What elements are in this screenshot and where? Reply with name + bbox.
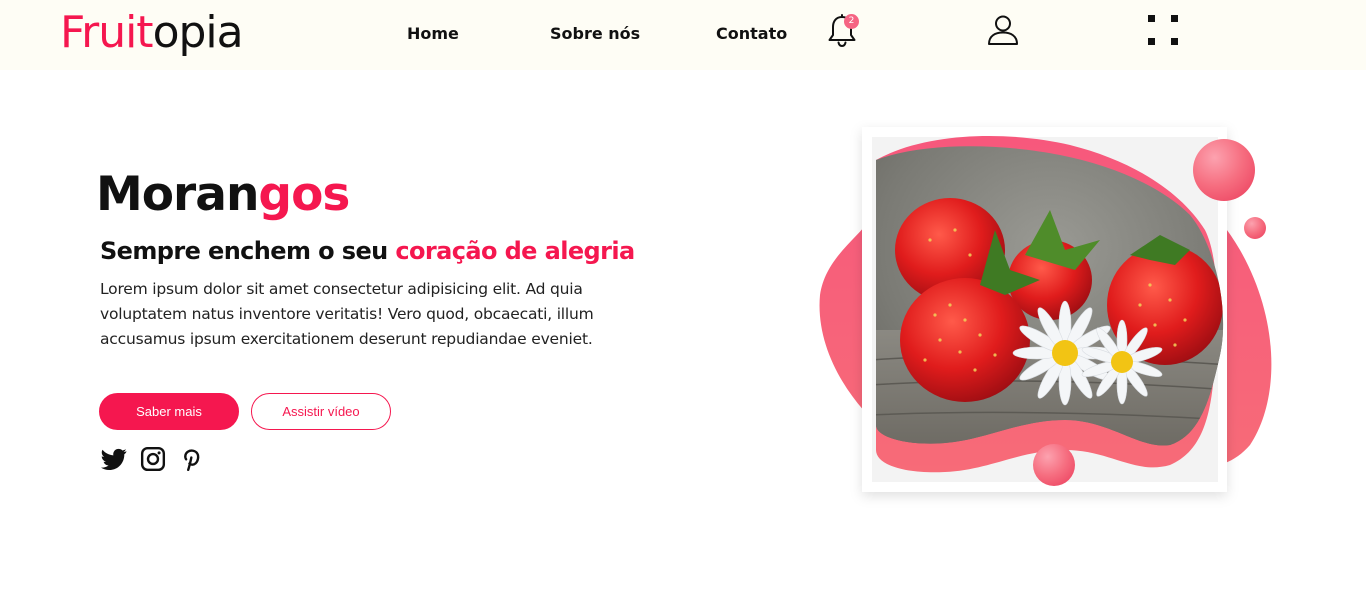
hero-subtitle: Sempre enchem o seu coração de alegria — [100, 236, 635, 266]
hero-title-part1: Moran — [96, 167, 259, 222]
decor-ball-large — [1193, 139, 1255, 201]
logo-part-opia: opia — [152, 7, 244, 58]
decor-ball-small — [1244, 217, 1266, 239]
logo[interactable]: Fruitopia — [60, 6, 244, 60]
grid-menu-icon[interactable] — [1146, 14, 1180, 46]
decor-ball-bottom — [1033, 444, 1075, 486]
pinterest-icon[interactable] — [179, 446, 205, 472]
notification-badge: 2 — [844, 14, 859, 29]
learn-more-button[interactable]: Saber mais — [99, 393, 239, 430]
instagram-icon[interactable] — [140, 446, 166, 472]
user-icon[interactable] — [986, 14, 1020, 46]
logo-part-fruit: Fruit — [60, 7, 154, 58]
nav-contact[interactable]: Contato — [716, 24, 787, 44]
site-header: Fruitopia Home Sobre nós Contato 2 — [0, 0, 1366, 70]
hero-image-composition — [819, 127, 1272, 492]
hero-subtitle-part1: Sempre enchem o seu — [100, 237, 396, 265]
watch-video-button[interactable]: Assistir vídeo — [251, 393, 391, 430]
hero-title-part2: gos — [258, 167, 350, 222]
twitter-icon[interactable] — [101, 446, 127, 472]
hero-title: Morangos — [96, 166, 350, 224]
hero-description: Lorem ipsum dolor sit amet consectetur a… — [100, 280, 594, 348]
nav-about[interactable]: Sobre nós — [550, 24, 640, 44]
nav-home[interactable]: Home — [407, 24, 459, 44]
hero-subtitle-part2: coração de alegria — [395, 237, 635, 265]
